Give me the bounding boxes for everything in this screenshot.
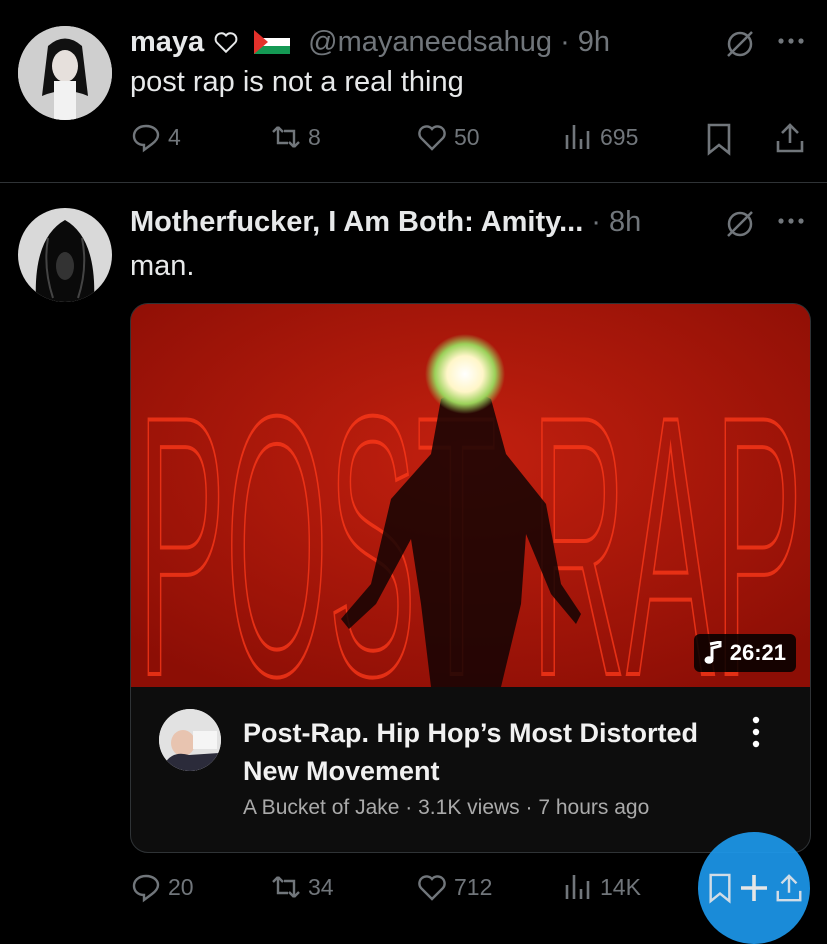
separator: ·	[591, 205, 601, 238]
channel-avatar-photo	[159, 709, 221, 771]
duration-text: 26:21	[729, 640, 786, 665]
grok-slash-icon[interactable]	[724, 208, 756, 240]
separator: ·	[560, 25, 570, 58]
channel-name[interactable]: A Bucket of Jake	[243, 796, 399, 819]
tweet-divider	[0, 182, 827, 183]
tweet-text: post rap is not a real thing	[130, 66, 464, 98]
views-button[interactable]: 14K	[562, 871, 641, 903]
display-name[interactable]: Motherfucker, I Am Both: Amity...	[130, 206, 583, 239]
palestine-flag-icon	[254, 30, 291, 54]
heart-outline-icon	[214, 32, 238, 54]
thumbnail-art: POST RAP	[131, 304, 810, 687]
more-options-icon[interactable]	[776, 216, 806, 226]
reply-count: 20	[168, 873, 194, 900]
timestamp[interactable]: 9h	[578, 26, 610, 59]
reply-count: 4	[168, 123, 181, 150]
reply-icon	[132, 874, 160, 903]
upload-age: 7 hours ago	[538, 796, 650, 819]
like-count: 712	[454, 873, 493, 900]
video-duration-badge: 26:21	[693, 634, 796, 672]
more-options-icon[interactable]	[776, 36, 806, 46]
bookmark-icon[interactable]	[704, 122, 734, 156]
views-button[interactable]: 695	[562, 121, 638, 153]
display-name[interactable]: maya	[130, 26, 204, 59]
music-note-icon	[704, 641, 722, 664]
reply-button[interactable]: 20	[130, 871, 194, 903]
tweet-text: man.	[130, 250, 195, 282]
video-meta: A Bucket of Jake · 3.1K views · 7 hours …	[243, 796, 649, 820]
like-icon	[418, 125, 446, 151]
video-thumbnail[interactable]: POST RAP 26:21	[131, 304, 810, 687]
video-title[interactable]: Post-Rap. Hip Hop’s Most Distorted New M…	[243, 714, 703, 790]
plus-icon	[741, 875, 767, 901]
separator: ·	[405, 796, 413, 819]
timestamp[interactable]: 8h	[609, 206, 641, 239]
views-chart-icon	[565, 875, 590, 899]
views-count: 14K	[600, 873, 641, 900]
share-icon[interactable]	[774, 121, 806, 155]
channel-avatar[interactable]	[159, 709, 221, 771]
repost-button[interactable]: 8	[270, 121, 321, 153]
video-more-options-icon[interactable]	[749, 714, 763, 750]
avatar-photo	[18, 208, 112, 302]
views-chart-icon	[565, 125, 590, 149]
reply-icon	[132, 124, 160, 153]
separator: ·	[525, 796, 533, 819]
like-icon	[418, 875, 446, 901]
reply-button[interactable]: 4	[130, 121, 181, 153]
views-count: 695	[600, 123, 639, 150]
share-icon[interactable]	[774, 872, 804, 904]
compose-fab-button[interactable]	[698, 832, 810, 944]
repost-count: 8	[308, 123, 321, 150]
repost-icon	[272, 126, 300, 148]
grok-slash-icon[interactable]	[724, 28, 756, 60]
avatar[interactable]	[18, 26, 112, 120]
like-button[interactable]: 712	[416, 871, 492, 903]
handle[interactable]: @mayaneedsahug	[308, 26, 552, 59]
repost-count: 34	[308, 873, 334, 900]
youtube-link-card[interactable]: POST RAP 26:21 Post-Rap. Hip Hop’s Most …	[130, 303, 811, 853]
like-count: 50	[454, 123, 480, 150]
repost-icon	[272, 876, 300, 898]
like-button[interactable]: 50	[416, 121, 480, 153]
repost-button[interactable]: 34	[270, 871, 334, 903]
bookmark-icon[interactable]	[706, 872, 734, 904]
avatar[interactable]	[18, 208, 112, 302]
view-count: 3.1K views	[418, 796, 520, 819]
avatar-photo	[18, 26, 112, 120]
